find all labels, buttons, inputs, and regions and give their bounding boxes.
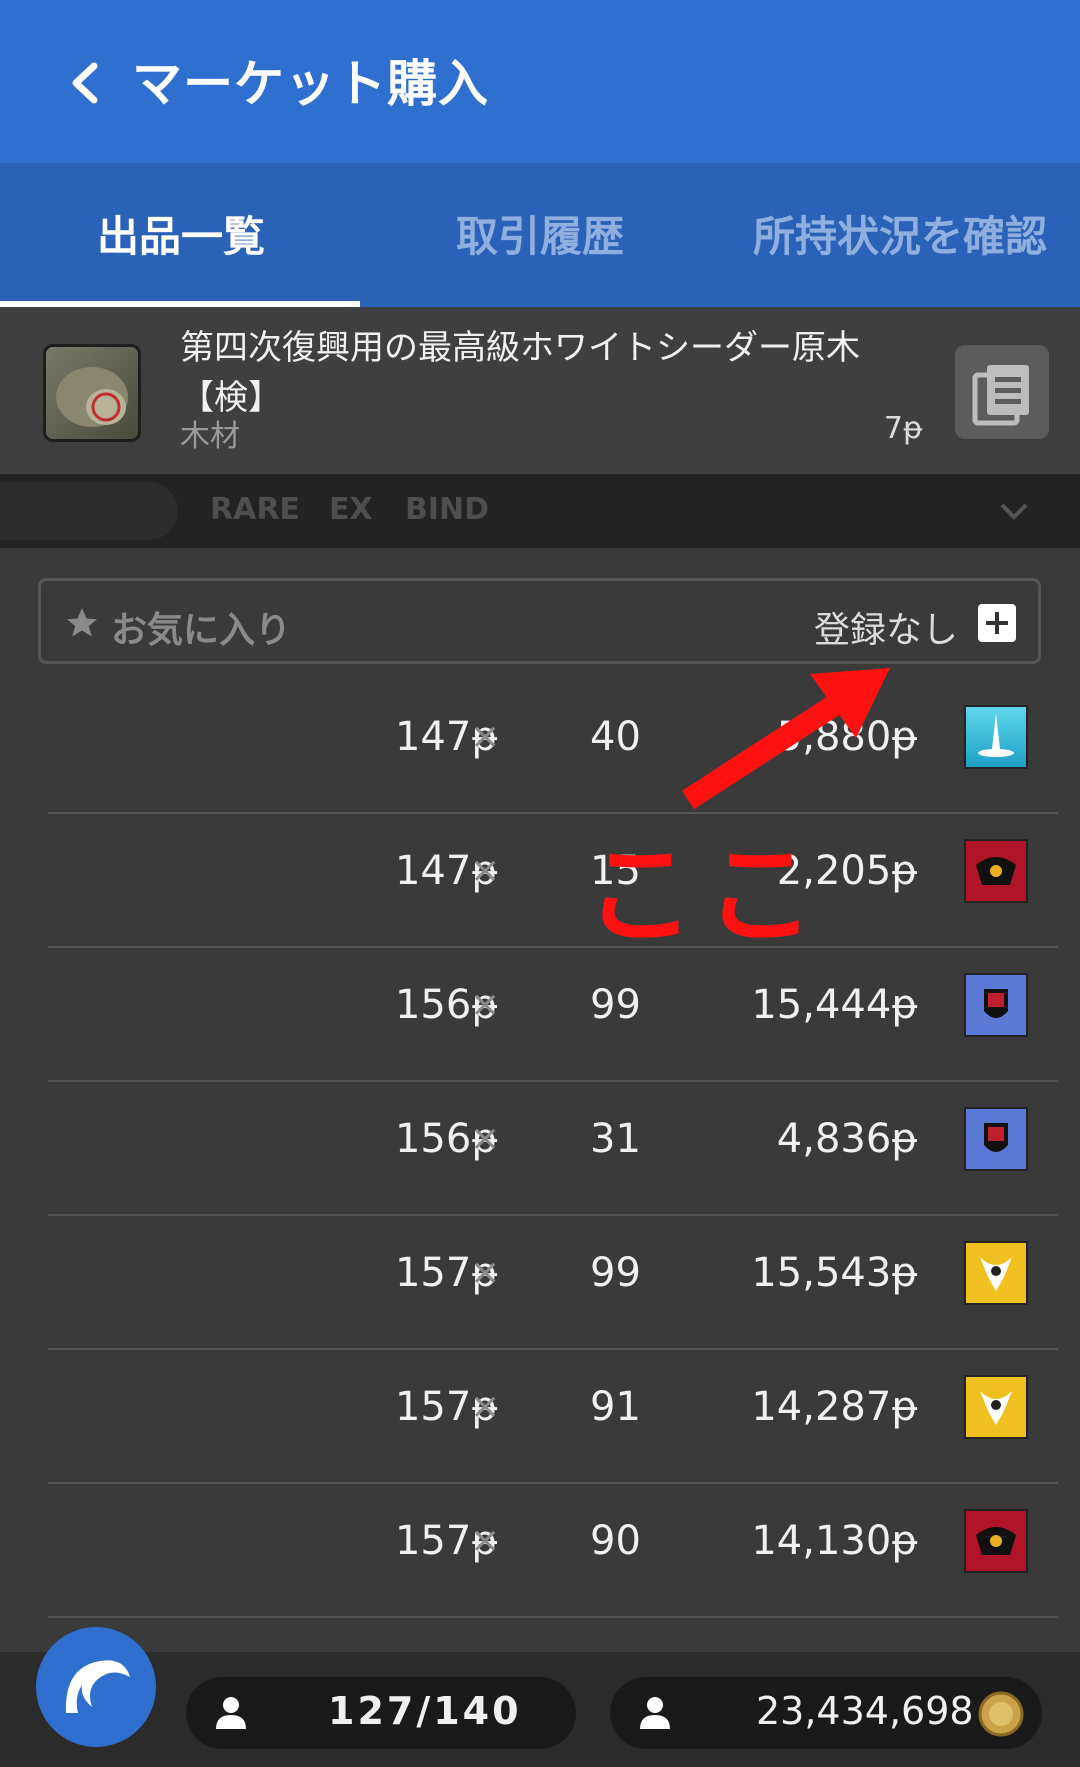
total-price: 14,130ᵽ [751, 1518, 918, 1564]
add-favorite-button[interactable] [978, 604, 1016, 642]
blue-company-crest-icon [964, 1107, 1028, 1171]
star-icon [67, 608, 97, 637]
favorite-bar[interactable]: お気に入り 登録なし [38, 578, 1041, 664]
tab-listings[interactable]: 出品一覧 [97, 203, 265, 264]
favorite-status: 登録なし [813, 610, 958, 651]
filter-bind[interactable]: BIND [405, 492, 489, 527]
listing-row[interactable]: 147ᵽ × 15 2,205ᵽ [48, 812, 1058, 948]
page-title: マーケット購入 [132, 55, 489, 113]
filter-ex[interactable]: EX [329, 492, 373, 527]
back-arrow-icon[interactable] [62, 48, 112, 118]
yellow-company-crest-icon [964, 1241, 1028, 1305]
quantity: 40 [590, 714, 641, 760]
listing-row[interactable]: 156ᵽ × 31 4,836ᵽ [48, 1080, 1058, 1216]
person-icon [640, 1697, 670, 1729]
wave-logo-icon [65, 1660, 130, 1713]
app-menu-button[interactable] [36, 1627, 156, 1747]
annotation-text: ここ [585, 831, 825, 959]
total-price: 14,287ᵽ [751, 1384, 918, 1430]
gil-amount: 23,434,698 [756, 1689, 974, 1733]
red-arrow-annotation [682, 668, 890, 810]
bottom-bar: 127/140 23,434,698 [0, 1652, 1080, 1767]
app-header: マーケット購入 [0, 0, 1080, 163]
listing-row[interactable]: 157ᵽ × 99 15,543ᵽ [48, 1214, 1058, 1350]
multiply-sign: × [470, 850, 501, 891]
retainer-count-pill: 127/140 [186, 1677, 576, 1749]
blue-company-crest-icon [964, 973, 1028, 1037]
chevron-down-icon[interactable] [998, 496, 1030, 526]
favorite-label: お気に入り [111, 610, 292, 651]
gil-pill: 23,434,698 [610, 1677, 1042, 1749]
red-company-crest-icon [964, 1509, 1028, 1573]
listing-row[interactable]: 157ᵽ × 90 14,130ᵽ [48, 1482, 1058, 1618]
item-detail-button[interactable] [955, 345, 1049, 439]
listing-row[interactable]: 156ᵽ × 99 15,444ᵽ [48, 946, 1058, 1082]
multiply-sign: × [470, 984, 501, 1025]
multiply-sign: × [470, 1520, 501, 1561]
multiply-sign: × [470, 716, 501, 757]
total-price: 4,836ᵽ [776, 1116, 918, 1162]
total-price: 15,444ᵽ [751, 982, 918, 1028]
item-name: 第四次復興用の最高級ホワイトシーダー原木【検】 [180, 328, 860, 418]
red-company-crest-icon [964, 839, 1028, 903]
tab-bar: 出品一覧 取引履歴 所持状況を確認 [0, 163, 1080, 307]
filter-rare[interactable]: RARE [210, 492, 300, 527]
person-icon [216, 1697, 246, 1729]
quantity: 31 [590, 1116, 641, 1162]
quantity: 91 [590, 1384, 641, 1430]
crystal-tower-crest-icon [964, 705, 1028, 769]
document-list-icon [972, 365, 1029, 426]
item-category: 木材 [180, 419, 240, 454]
tab-history[interactable]: 取引履歴 [456, 203, 624, 264]
listing-row[interactable]: 147ᵽ × 40 5,880ᵽ [48, 678, 1058, 814]
filter-bar: RARE EX BIND [0, 474, 1080, 548]
multiply-sign: × [470, 1118, 501, 1159]
yellow-company-crest-icon [964, 1375, 1028, 1439]
tab-inventory-status[interactable]: 所持状況を確認 [753, 203, 1047, 264]
filter-toggle[interactable] [0, 482, 178, 540]
quantity: 99 [590, 982, 641, 1028]
listing-row[interactable]: 157ᵽ × 91 14,287ᵽ [48, 1348, 1058, 1484]
quantity: 90 [590, 1518, 641, 1564]
plus-icon [986, 612, 1008, 634]
total-price: 15,543ᵽ [751, 1250, 918, 1296]
retainer-count: 127/140 [328, 1689, 522, 1733]
item-vendor-price: 7ᵽ [883, 411, 923, 446]
gil-coin-icon [978, 1691, 1024, 1737]
log-item-icon [43, 344, 141, 442]
item-header: 第四次復興用の最高級ホワイトシーダー原木【検】 木材 7ᵽ [0, 307, 1080, 474]
quantity: 99 [590, 1250, 641, 1296]
multiply-sign: × [470, 1386, 501, 1427]
multiply-sign: × [470, 1252, 501, 1293]
